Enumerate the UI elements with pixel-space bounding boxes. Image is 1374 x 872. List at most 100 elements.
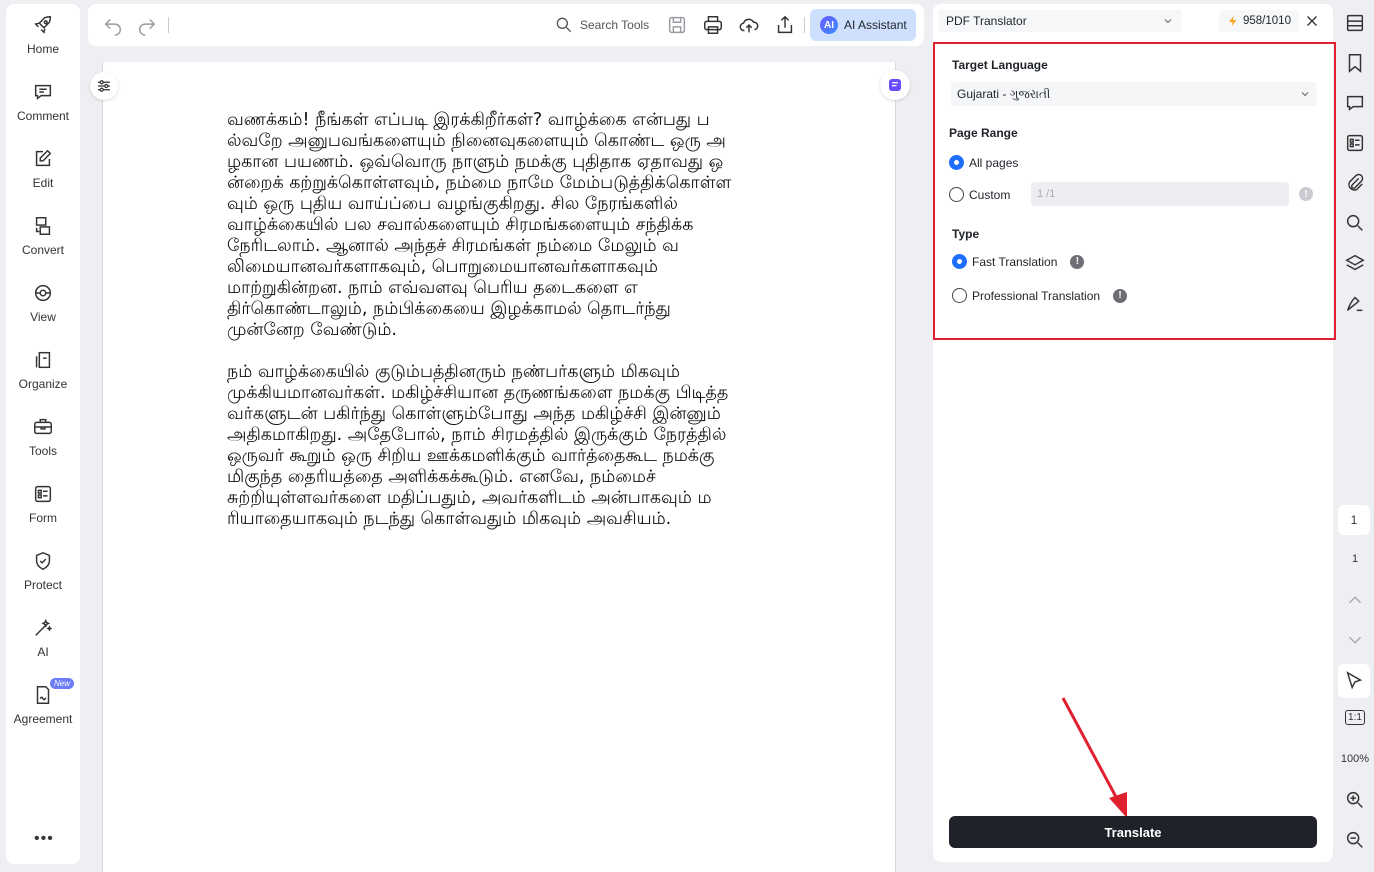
paragraph-2: நம் வாழ்க்கையில் குடும்பத்தினரும் நண்பர்…: [227, 362, 729, 529]
zoom-level[interactable]: 100%: [1336, 753, 1374, 765]
pdf-page: வணக்கம்! நீங்கள் எப்படி இரக்கிறீர்கள்? வ…: [102, 62, 896, 872]
display-settings-button[interactable]: [90, 72, 118, 100]
search-tools[interactable]: Search Tools: [554, 14, 649, 36]
zoom-out-icon[interactable]: [1344, 829, 1366, 851]
convert-icon: [35, 217, 51, 235]
edit-icon: [35, 149, 52, 167]
nav-convert[interactable]: Convert: [6, 215, 80, 257]
undo-icon[interactable]: [102, 14, 124, 36]
credits-value: 958/1010: [1243, 15, 1291, 27]
search-tools-label: Search Tools: [580, 18, 650, 32]
print-icon[interactable]: [702, 14, 724, 36]
magic-wand-icon: [35, 619, 53, 636]
notes-icon: [889, 79, 901, 91]
tool-selector[interactable]: PDF Translator: [938, 10, 1182, 32]
form-icon: [34, 485, 52, 503]
nav-organize-label: Organize: [18, 377, 68, 391]
lightning-icon: [1229, 16, 1237, 26]
nav-form-label: Form: [29, 511, 57, 525]
nav-agreement-label: Agreement: [13, 712, 73, 726]
notes-button[interactable]: [880, 70, 910, 100]
comment-icon[interactable]: [1344, 92, 1366, 114]
custom-range-input[interactable]: 1 /1: [1031, 182, 1289, 206]
fast-translation-radio[interactable]: [952, 254, 967, 269]
form-fields-icon[interactable]: [1344, 132, 1366, 154]
professional-translation-option[interactable]: Professional Translation !: [952, 288, 1128, 303]
pdf-translator-panel: PDF Translator 958/1010 Target Language …: [933, 4, 1336, 862]
translate-button[interactable]: Translate: [949, 816, 1317, 848]
shield-icon: [35, 551, 51, 571]
current-page-input[interactable]: 1: [1338, 505, 1370, 535]
fast-translation-option[interactable]: Fast Translation !: [952, 254, 1085, 269]
select-tool-button[interactable]: [1338, 664, 1370, 698]
professional-translation-label: Professional Translation: [972, 288, 1101, 303]
nav-edit[interactable]: Edit: [6, 148, 80, 190]
all-pages-label: All pages: [969, 155, 1019, 170]
left-navigation: Home Comment Edit Convert View Organize …: [6, 4, 80, 864]
cloud-upload-icon[interactable]: [738, 14, 760, 36]
all-pages-option[interactable]: All pages: [949, 155, 1018, 170]
custom-range-option[interactable]: Custom: [949, 187, 1010, 202]
sliders-icon: [98, 80, 110, 92]
all-pages-radio[interactable]: [949, 155, 964, 170]
nav-protect[interactable]: Protect: [6, 550, 80, 592]
attachment-icon[interactable]: [1344, 172, 1366, 194]
fast-translation-label: Fast Translation: [972, 254, 1058, 269]
target-language-label: Target Language: [952, 58, 1048, 72]
search-icon: [556, 17, 572, 33]
nav-agreement[interactable]: New Agreement: [6, 678, 80, 726]
share-icon[interactable]: [774, 14, 796, 36]
comment-icon: [34, 84, 52, 100]
custom-range-label: Custom: [969, 187, 1011, 202]
ai-assistant-label: AI Assistant: [844, 18, 907, 32]
info-icon[interactable]: !: [1070, 254, 1085, 269]
annotation-arrow-icon: [1061, 697, 1127, 818]
toolbar-divider: [168, 17, 169, 33]
close-icon[interactable]: [1303, 12, 1321, 30]
nav-comment-label: Comment: [16, 109, 69, 123]
nav-view-label: View: [30, 310, 56, 324]
chevron-down-icon: [1164, 19, 1172, 24]
nav-organize[interactable]: Organize: [6, 349, 80, 391]
nav-tools[interactable]: Tools: [6, 416, 80, 458]
info-icon: !: [1299, 187, 1313, 201]
view-icon: [34, 284, 52, 302]
nav-edit-label: Edit: [32, 176, 54, 190]
signature-icon[interactable]: [1344, 292, 1366, 314]
professional-translation-radio[interactable]: [952, 288, 967, 303]
nav-form[interactable]: Form: [6, 483, 80, 525]
more-options-button[interactable]: •••: [34, 830, 54, 848]
bookmark-icon[interactable]: [1344, 52, 1366, 74]
translation-settings: Target Language Gujarati - ગુજરાતી Page …: [933, 42, 1336, 340]
chevron-down-icon[interactable]: [1344, 629, 1366, 651]
type-label: Type: [952, 227, 980, 241]
nav-ai[interactable]: AI: [6, 617, 80, 659]
organize-icon: [35, 351, 51, 369]
nav-view[interactable]: View: [6, 282, 80, 324]
layers-icon[interactable]: [1344, 252, 1366, 274]
thumbnails-icon[interactable]: [1344, 12, 1366, 34]
custom-range-radio[interactable]: [949, 187, 964, 202]
new-badge: New: [50, 678, 75, 689]
save-icon[interactable]: [666, 14, 688, 36]
nav-ai-label: AI: [37, 645, 49, 659]
cursor-icon: [1346, 671, 1363, 690]
chevron-up-icon[interactable]: [1344, 589, 1366, 611]
toolbar-divider: [804, 17, 805, 33]
target-language-select[interactable]: Gujarati - ગુજરાતી: [951, 82, 1317, 106]
nav-convert-label: Convert: [21, 243, 65, 257]
nav-comment[interactable]: Comment: [6, 81, 80, 123]
actual-size-button[interactable]: 1:1: [1336, 710, 1374, 725]
search-icon[interactable]: [1344, 212, 1366, 234]
info-icon[interactable]: !: [1113, 288, 1128, 303]
chevron-down-icon: [1301, 92, 1309, 97]
toolbox-icon: [34, 418, 52, 435]
ai-logo-icon: AI: [820, 16, 838, 34]
redo-icon[interactable]: [136, 14, 158, 36]
panel-header: PDF Translator 958/1010: [933, 4, 1333, 38]
credits-counter: 958/1010: [1219, 10, 1299, 32]
page-range-label: Page Range: [949, 126, 1018, 140]
zoom-in-icon[interactable]: [1344, 789, 1366, 811]
nav-home[interactable]: Home: [6, 14, 80, 56]
ai-assistant-button[interactable]: AI AI Assistant: [810, 9, 916, 41]
